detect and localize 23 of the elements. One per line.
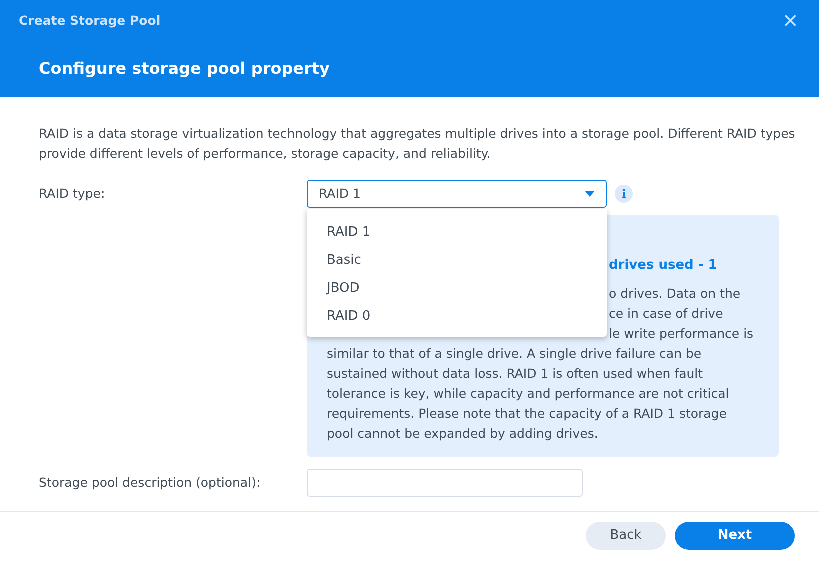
dropdown-option[interactable]: RAID 1 xyxy=(307,219,607,247)
caret-icon xyxy=(585,191,595,197)
info-text: requirements. Please note that the capacity of a RAID 1 storage xyxy=(327,406,727,421)
intro-text: RAID is a data storage virtualization technology that aggregates multiple drives into a storage pool. Different RAID types provide different levels of performance, storage capacity, and reliability. xyxy=(39,125,796,163)
info-text: o drives. Data on the xyxy=(609,286,741,301)
info-text: pool cannot be expanded by adding drives. xyxy=(327,426,598,441)
info-text: le write performance is xyxy=(609,326,754,341)
back-button[interactable]: Back xyxy=(586,522,666,550)
window-title: Create Storage Pool xyxy=(19,12,161,30)
info-text: similar to that of a single drive. A single drive failure can be xyxy=(327,346,702,361)
field-label: Storage pool description (optional): xyxy=(39,474,262,492)
field-label: RAID type: xyxy=(39,185,106,203)
dropdown-option[interactable]: JBOD xyxy=(307,275,607,303)
info-heading: drives used - 1 xyxy=(609,258,718,273)
info-icon[interactable] xyxy=(615,185,633,203)
info-text: sustained without data loss. RAID 1 is often used when fault xyxy=(327,366,704,381)
next-button[interactable]: Next xyxy=(675,522,795,550)
dropdown-option[interactable]: RAID 0 xyxy=(307,303,607,331)
dropdown-option[interactable]: Basic xyxy=(307,247,607,275)
info-text: tolerance is key, while capacity and performance are not critical xyxy=(327,386,730,401)
step-title: Configure storage pool property xyxy=(39,58,331,80)
info-text: ce in case of drive xyxy=(609,306,724,321)
description-field[interactable] xyxy=(307,469,583,497)
